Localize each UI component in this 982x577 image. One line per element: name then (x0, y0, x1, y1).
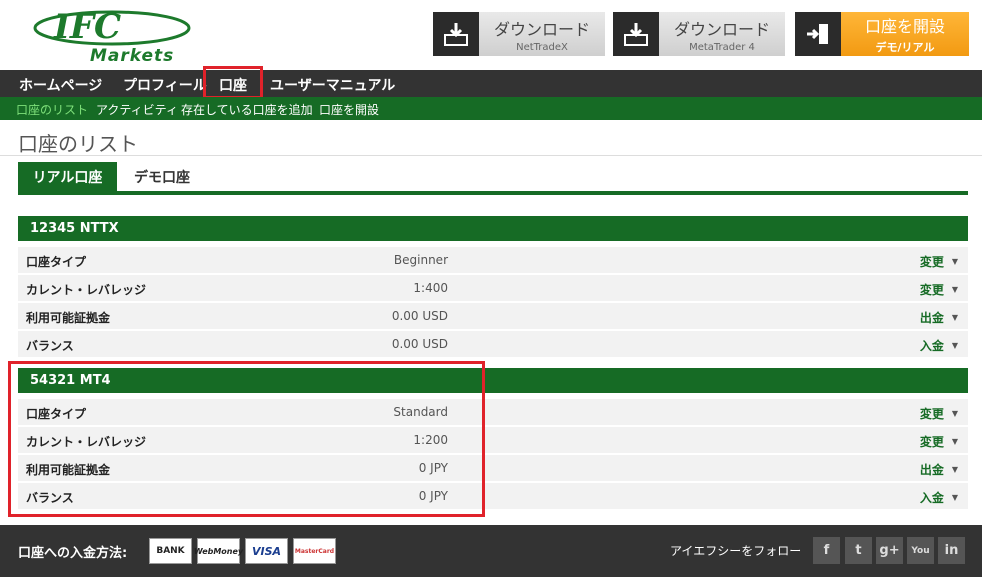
action-label: 変更 (919, 407, 944, 421)
caret-down-icon: ▼ (951, 409, 958, 418)
action-label: 変更 (919, 255, 944, 269)
mastercard-payment-logo: MasterCard (293, 538, 336, 564)
linkedin-icon[interactable]: in (938, 537, 965, 564)
bank-payment-logo: BANK (149, 538, 192, 564)
row-value: Beginner (393, 253, 448, 267)
subnav-open-account[interactable]: 口座を開設 (319, 101, 379, 118)
mt4-account-highlight-box (8, 361, 485, 517)
account-row: 口座タイプ Beginner 変更 ▼ (18, 247, 968, 274)
account-row: バランス 0.00 USD 入金 ▼ (18, 331, 968, 358)
row-label: 口座タイプ (26, 255, 87, 269)
tab-underline (18, 191, 968, 195)
youtube-icon[interactable]: You (907, 537, 934, 564)
account-row: カレント・レバレッジ 1:400 変更 ▼ (18, 275, 968, 302)
row-label: カレント・レバレッジ (26, 283, 147, 297)
subnav-add-existing-account[interactable]: 存在している口座を追加 (181, 101, 313, 118)
ifc-logo-graphic: IFC (33, 7, 191, 46)
open-account-title: 口座を開設 (864, 17, 945, 36)
withdraw-dropdown[interactable]: 出金 ▼ (920, 309, 958, 326)
change-leverage-dropdown[interactable]: 変更 ▼ (920, 433, 958, 450)
facebook-icon[interactable]: f (813, 537, 840, 564)
ifc-markets-logo[interactable]: IFC Markets (32, 6, 192, 66)
action-label: 出金 (919, 311, 944, 325)
action-label: 変更 (919, 435, 944, 449)
caret-down-icon: ▼ (951, 285, 958, 294)
subnav-activity[interactable]: アクティビティ (96, 101, 178, 118)
funding-methods-label: 口座への入金方法: (18, 546, 128, 561)
divider (0, 155, 982, 156)
subnav-account-list[interactable]: 口座のリスト (16, 101, 88, 118)
caret-down-icon: ▼ (951, 257, 958, 266)
svg-text:IFC: IFC (53, 7, 121, 46)
download-metatrader4-title: ダウンロード (673, 19, 770, 39)
action-label: 出金 (919, 463, 944, 477)
footer: 口座への入金方法: BANK WebMoney VISA MasterCard … (0, 525, 982, 577)
nav-item-user-manual[interactable]: ユーザーマニュアル (270, 75, 395, 95)
download-nettradex-title: ダウンロード (493, 19, 590, 39)
open-account-subtitle: デモ/リアル (875, 41, 935, 54)
tab-demo-accounts[interactable]: デモ口座 (117, 162, 207, 191)
caret-down-icon: ▼ (951, 437, 958, 446)
action-label: 変更 (919, 283, 944, 297)
account-row: 利用可能証拠金 0.00 USD 出金 ▼ (18, 303, 968, 330)
sub-nav: 口座のリスト アクティビティ 存在している口座を追加 口座を開設 (0, 97, 982, 120)
nav-item-home[interactable]: ホームページ (19, 75, 102, 95)
row-value: 0.00 USD (391, 337, 448, 351)
caret-down-icon: ▼ (951, 341, 958, 350)
action-label: 入金 (919, 491, 944, 505)
caret-down-icon: ▼ (951, 465, 958, 474)
change-account-type-dropdown[interactable]: 変更 ▼ (920, 253, 958, 270)
header: IFC Markets ダウンロード NetTradeX ダウンロード Meta… (0, 0, 982, 70)
visa-payment-logo: VISA (245, 538, 288, 564)
tab-real-accounts[interactable]: リアル口座 (18, 162, 117, 191)
download-icon (613, 12, 659, 56)
accounts-nav-highlight-box (203, 66, 263, 99)
withdraw-dropdown[interactable]: 出金 ▼ (920, 461, 958, 478)
change-account-type-dropdown[interactable]: 変更 ▼ (920, 405, 958, 422)
change-leverage-dropdown[interactable]: 変更 ▼ (920, 281, 958, 298)
row-value: 0.00 USD (391, 309, 448, 323)
download-metatrader4-button[interactable]: ダウンロード MetaTrader 4 (613, 12, 785, 56)
deposit-dropdown[interactable]: 入金 ▼ (920, 489, 958, 506)
logo-markets-text: Markets (90, 46, 175, 66)
follow-label: アイエフシーをフォロー (670, 544, 802, 558)
twitter-icon[interactable]: t (845, 537, 872, 564)
caret-down-icon: ▼ (951, 493, 958, 502)
row-label: 利用可能証拠金 (26, 311, 111, 325)
main-nav: ホームページ プロフィール 口座 ユーザーマニュアル (0, 70, 982, 97)
account-header: 12345 NTTX (18, 216, 968, 241)
download-nettradex-button[interactable]: ダウンロード NetTradeX (433, 12, 605, 56)
webmoney-payment-logo: WebMoney (194, 538, 243, 564)
page-title: 口座のリスト (18, 132, 138, 156)
nav-item-profile[interactable]: プロフィール (123, 75, 207, 95)
row-label: バランス (26, 339, 74, 353)
open-account-button[interactable]: 口座を開設 デモ/リアル (795, 12, 969, 56)
deposit-dropdown[interactable]: 入金 ▼ (920, 337, 958, 354)
download-nettradex-subtitle: NetTradeX (516, 41, 568, 53)
enter-door-icon (795, 12, 841, 56)
google-plus-icon[interactable]: g+ (876, 537, 903, 564)
download-metatrader4-subtitle: MetaTrader 4 (689, 41, 755, 53)
row-value: 1:400 (413, 281, 448, 295)
caret-down-icon: ▼ (951, 313, 958, 322)
action-label: 入金 (919, 339, 944, 353)
download-icon (433, 12, 479, 56)
